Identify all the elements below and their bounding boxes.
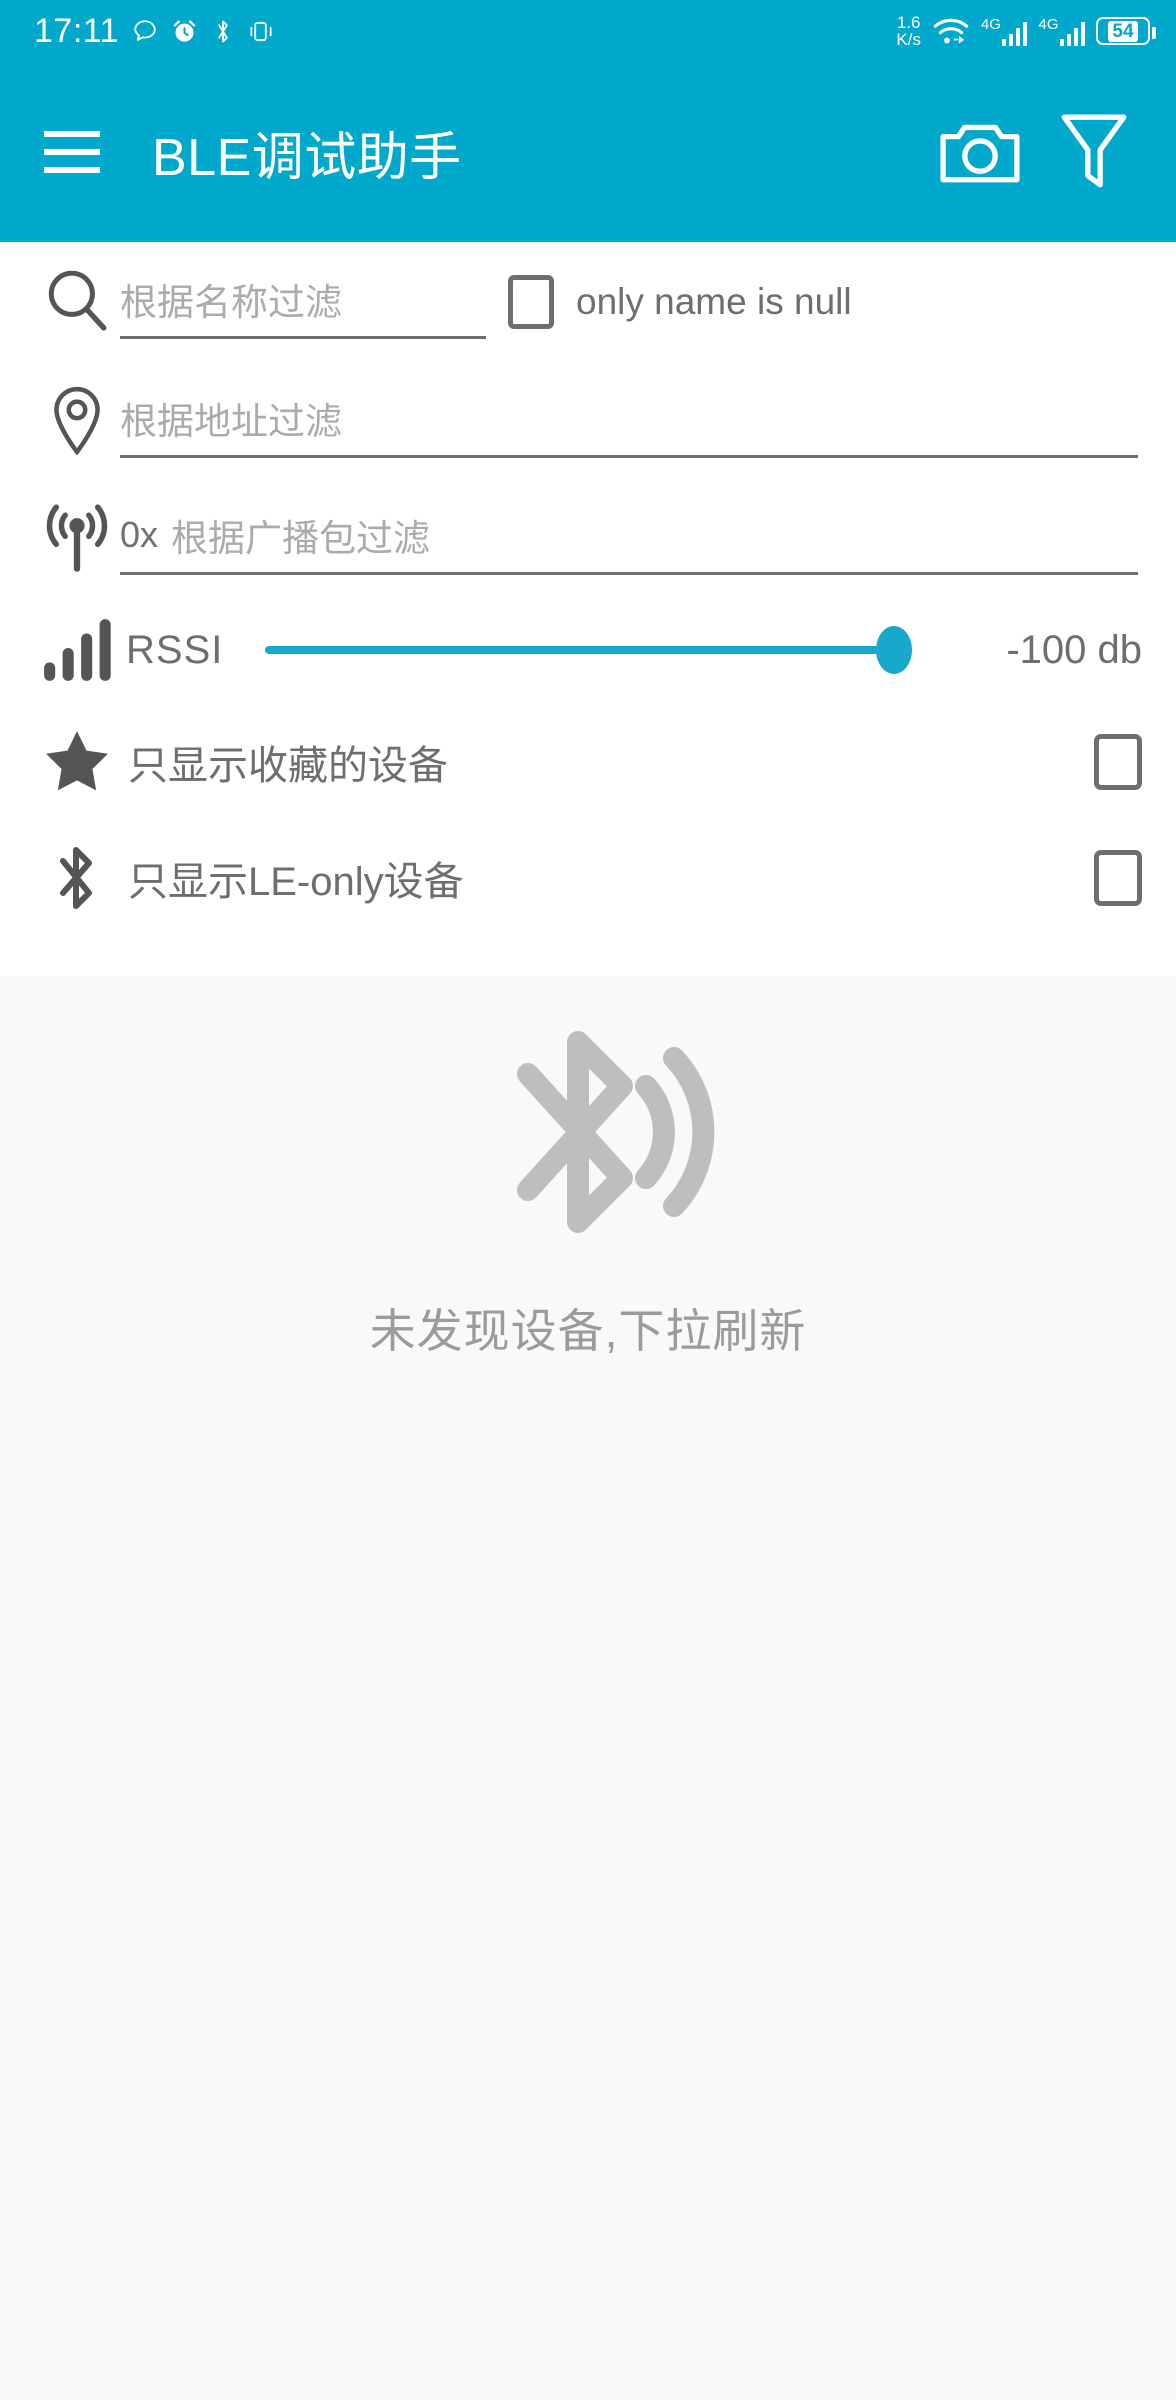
broadcast-icon bbox=[34, 500, 120, 576]
funnel-icon[interactable] bbox=[1046, 104, 1142, 200]
rssi-slider-track bbox=[265, 646, 912, 654]
empty-state: 未发现设备,下拉刷新 bbox=[0, 976, 1176, 2176]
le-only-label: 只显示LE-only设备 bbox=[128, 860, 464, 904]
vibrate-icon bbox=[250, 21, 272, 41]
name-filter-input[interactable]: 根据名称过滤 bbox=[120, 265, 486, 339]
filter-row-address: 根据地址过滤 bbox=[0, 362, 1176, 480]
status-bar-left: 17:11 bbox=[34, 14, 274, 48]
status-bar-right: 1.6 K/s 4G 4G 54 bbox=[896, 14, 1156, 48]
name-filter-placeholder: 根据名称过滤 bbox=[120, 281, 342, 323]
status-time: 17:11 bbox=[34, 12, 120, 50]
rssi-label: RSSI bbox=[126, 627, 224, 672]
name-null-checkbox-row[interactable]: only name is null bbox=[508, 275, 852, 329]
filter-row-advertising: 0x 根据广播包过滤 bbox=[0, 480, 1176, 596]
advertising-hex-prefix: 0x bbox=[120, 513, 159, 555]
sim1-label: 4G bbox=[980, 15, 1001, 33]
location-pin-icon bbox=[34, 384, 120, 458]
favorites-checkbox[interactable] bbox=[1094, 734, 1142, 790]
sim1-bars bbox=[1001, 20, 1028, 46]
filter-row-rssi: RSSI -100 db bbox=[0, 596, 1176, 704]
alarm-icon bbox=[173, 19, 196, 42]
network-rate: 1.6 K/s bbox=[896, 14, 921, 48]
bluetooth-icon bbox=[34, 842, 120, 914]
app-bar: BLE调试助手 bbox=[0, 62, 1176, 242]
advertising-filter-placeholder: 根据广播包过滤 bbox=[171, 517, 431, 559]
filter-row-name: 根据名称过滤 only name is null bbox=[0, 242, 1176, 362]
sim1-signal: 4G bbox=[981, 17, 1028, 46]
sim2-signal: 4G bbox=[1038, 17, 1085, 46]
star-icon bbox=[34, 728, 120, 796]
network-rate-unit: K/s bbox=[896, 30, 921, 49]
empty-state-message: 未发现设备,下拉刷新 bbox=[369, 1305, 807, 1357]
filter-panel: 根据名称过滤 only name is null 根据地址过滤 0x 根据广播包… bbox=[0, 242, 1176, 976]
filter-row-favorites[interactable]: 只显示收藏的设备 bbox=[0, 704, 1176, 820]
name-null-label: only name is null bbox=[576, 281, 852, 322]
status-bar: 17:11 1.6 K/s 4G 4G 54 bbox=[0, 0, 1176, 62]
wifi-icon bbox=[933, 18, 969, 44]
bluetooth-searching-icon bbox=[438, 1006, 738, 1281]
message-icon bbox=[134, 20, 156, 41]
le-only-checkbox[interactable] bbox=[1094, 850, 1142, 906]
sim2-label: 4G bbox=[1038, 15, 1059, 33]
rssi-slider[interactable] bbox=[265, 620, 912, 680]
bluetooth-icon bbox=[218, 19, 228, 43]
battery-indicator: 54 bbox=[1096, 17, 1156, 45]
hamburger-icon[interactable] bbox=[44, 131, 100, 173]
search-icon bbox=[34, 267, 120, 337]
battery-percent: 54 bbox=[1108, 20, 1138, 42]
sim2-bars bbox=[1059, 20, 1085, 46]
advertising-filter-input[interactable]: 0x 根据广播包过滤 bbox=[120, 501, 1138, 575]
rssi-value: -100 db bbox=[1006, 627, 1142, 672]
address-filter-placeholder: 根据地址过滤 bbox=[120, 400, 342, 442]
page-title: BLE调试助手 bbox=[152, 128, 462, 187]
network-rate-value: 1.6 bbox=[896, 13, 921, 32]
camera-icon[interactable] bbox=[932, 104, 1028, 200]
name-null-checkbox[interactable] bbox=[508, 275, 554, 329]
address-filter-input[interactable]: 根据地址过滤 bbox=[120, 384, 1138, 458]
favorites-label: 只显示收藏的设备 bbox=[128, 744, 448, 788]
signal-bars-icon bbox=[34, 617, 120, 683]
filter-row-le-only[interactable]: 只显示LE-only设备 bbox=[0, 820, 1176, 936]
rssi-slider-thumb[interactable] bbox=[876, 626, 912, 674]
